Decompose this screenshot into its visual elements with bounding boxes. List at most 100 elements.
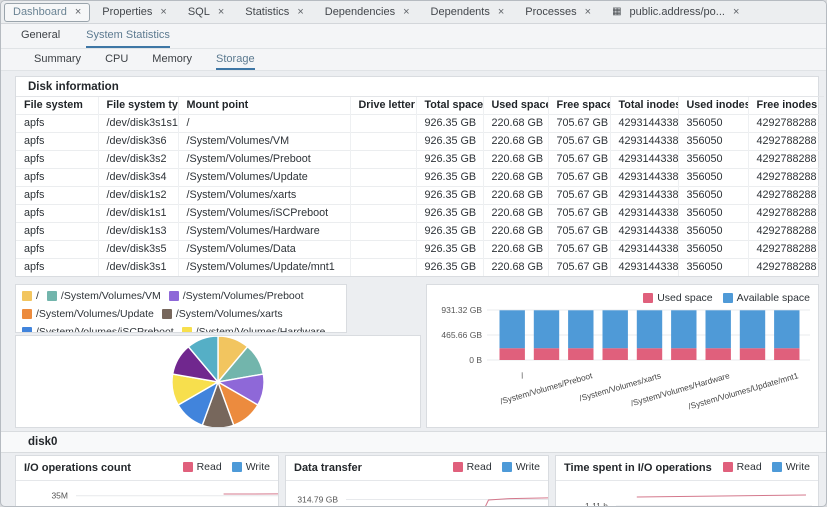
tab-public-address-po[interactable]: ▦public.address/po...× <box>603 3 748 22</box>
cell: 356050 <box>678 169 748 187</box>
legend-label: /System/Volumes/Preboot <box>183 289 304 303</box>
chart-legend: ReadWrite <box>443 459 540 477</box>
column-header-total-inodes[interactable]: Total inodes <box>610 97 678 115</box>
dashboard-nav: General System Statistics <box>1 24 826 49</box>
cell <box>350 205 416 223</box>
cell: /System/Volumes/Data <box>178 241 350 259</box>
column-header-file-system-type[interactable]: File system type <box>98 97 178 115</box>
table-row: apfs/dev/disk3s5/System/Volumes/Data926.… <box>16 241 824 259</box>
column-header-free-inodes[interactable]: Free inodes <box>748 97 824 115</box>
bar-segment-available-space <box>534 310 559 348</box>
y-tick-label: 35M <box>51 491 68 501</box>
tab-statistics[interactable]: Statistics × <box>236 3 312 22</box>
tab-dependents[interactable]: Dependents × <box>422 3 514 22</box>
close-icon[interactable]: × <box>403 7 409 18</box>
table-row: apfs/dev/disk3s2/System/Volumes/Preboot9… <box>16 151 824 169</box>
column-header-drive-letter[interactable]: Drive letter <box>350 97 416 115</box>
tab-label: Dashboard <box>13 6 67 18</box>
cell: 220.68 GB <box>483 241 548 259</box>
cell: /System/Volumes/Hardware <box>178 223 350 241</box>
column-header-file-system[interactable]: File system <box>16 97 98 115</box>
space-bar-chart-panel: Used spaceAvailable space 931.32 GB 465.6… <box>426 284 819 428</box>
tab-label: Statistics <box>245 6 289 18</box>
cell <box>350 133 416 151</box>
disk-information-panel: Disk information File systemFile system … <box>15 76 819 277</box>
cell: 356050 <box>678 151 748 169</box>
cell: / <box>178 115 350 133</box>
cell: /System/Volumes/Preboot <box>178 151 350 169</box>
cell: 4292788288 <box>748 259 824 277</box>
table-header: File systemFile system typeMount pointDr… <box>16 97 824 115</box>
disk0-charts-row: I/O operations countReadWrite35M30MData … <box>1 453 826 507</box>
cell: apfs <box>16 169 98 187</box>
close-icon[interactable]: × <box>75 7 81 18</box>
cell: 4293144338 <box>610 115 678 133</box>
close-icon[interactable]: × <box>218 7 224 18</box>
close-icon[interactable]: × <box>585 7 591 18</box>
table-row: apfs/dev/disk3s1/System/Volumes/Update/m… <box>16 259 824 277</box>
legend-color-chip <box>169 291 179 301</box>
column-header-total-space[interactable]: Total space <box>416 97 483 115</box>
table-header-row: File systemFile system typeMount pointDr… <box>16 97 824 115</box>
legend-color-chip <box>232 462 242 472</box>
bar-segment-available-space <box>774 310 799 348</box>
tab-label: Properties <box>102 6 152 18</box>
data-transfer-chart: 314.79 GB <box>286 481 548 507</box>
tab-system-statistics[interactable]: System Statistics <box>86 24 170 48</box>
close-icon[interactable]: × <box>297 7 303 18</box>
cell: /dev/disk3s2 <box>98 151 178 169</box>
y-tick-label: 0 B <box>469 355 482 365</box>
column-header-used-inodes[interactable]: Used inodes <box>678 97 748 115</box>
time-spent-in-io-operations-panel: Time spent in I/O operationsReadWrite1.1… <box>555 455 819 507</box>
cell <box>350 223 416 241</box>
tab-label: Dependents <box>431 6 490 18</box>
tab-summary[interactable]: Summary <box>34 49 81 70</box>
column-header-used-space[interactable]: Used space <box>483 97 548 115</box>
y-tick-label: 1.11 h <box>585 501 608 507</box>
close-icon[interactable]: × <box>160 7 166 18</box>
cell: 926.35 GB <box>416 187 483 205</box>
column-header-free-space[interactable]: Free space <box>548 97 610 115</box>
tab-memory[interactable]: Memory <box>152 49 192 70</box>
x-tick-label: / <box>520 370 526 380</box>
legend-label: /System/Volumes/Update <box>36 307 154 321</box>
cell: 926.35 GB <box>416 115 483 133</box>
legend-color-chip <box>22 327 32 333</box>
cell: 4292788288 <box>748 241 824 259</box>
cell: /dev/disk3s1 <box>98 259 178 277</box>
legend-label: Write <box>516 460 540 474</box>
tab-general[interactable]: General <box>21 24 60 48</box>
tab-processes[interactable]: Processes× <box>516 3 600 22</box>
tab-dashboard[interactable]: Dashboard × <box>4 3 90 22</box>
tab-properties[interactable]: Properties × <box>93 3 176 22</box>
bar-chart-legend: Used spaceAvailable space <box>633 290 810 308</box>
cell: apfs <box>16 151 98 169</box>
tab-label: Dependencies <box>325 6 395 18</box>
cell: 705.67 GB <box>548 187 610 205</box>
close-icon[interactable]: × <box>733 7 739 18</box>
bar-segment-used-space <box>500 348 525 360</box>
io-operations-count-panel: I/O operations countReadWrite35M30M <box>15 455 279 507</box>
legend-item-read: Read <box>183 460 222 474</box>
tab-cpu[interactable]: CPU <box>105 49 128 70</box>
cell: 356050 <box>678 115 748 133</box>
column-header-mount-point[interactable]: Mount point <box>178 97 350 115</box>
cell: 705.67 GB <box>548 151 610 169</box>
cell: apfs <box>16 115 98 133</box>
table-row: apfs/dev/disk1s1/System/Volumes/iSCPrebo… <box>16 205 824 223</box>
cell: 356050 <box>678 205 748 223</box>
tab-storage[interactable]: Storage <box>216 49 255 70</box>
legend-item-write: Write <box>502 460 540 474</box>
cell: 926.35 GB <box>416 241 483 259</box>
cell: 220.68 GB <box>483 115 548 133</box>
y-tick-label: 931.32 GB <box>441 305 482 315</box>
tab-sql[interactable]: SQL× <box>179 3 233 22</box>
table-row: apfs/dev/disk1s3/System/Volumes/Hardware… <box>16 223 824 241</box>
chart-title: I/O operations count <box>24 462 131 474</box>
cell: 705.67 GB <box>548 223 610 241</box>
tab-dependencies[interactable]: Dependencies × <box>316 3 419 22</box>
y-tick-label: 465.66 GB <box>441 330 482 340</box>
close-icon[interactable]: × <box>498 7 504 18</box>
legend-item-available-space: Available space <box>723 291 810 305</box>
cell: 4293144338 <box>610 223 678 241</box>
